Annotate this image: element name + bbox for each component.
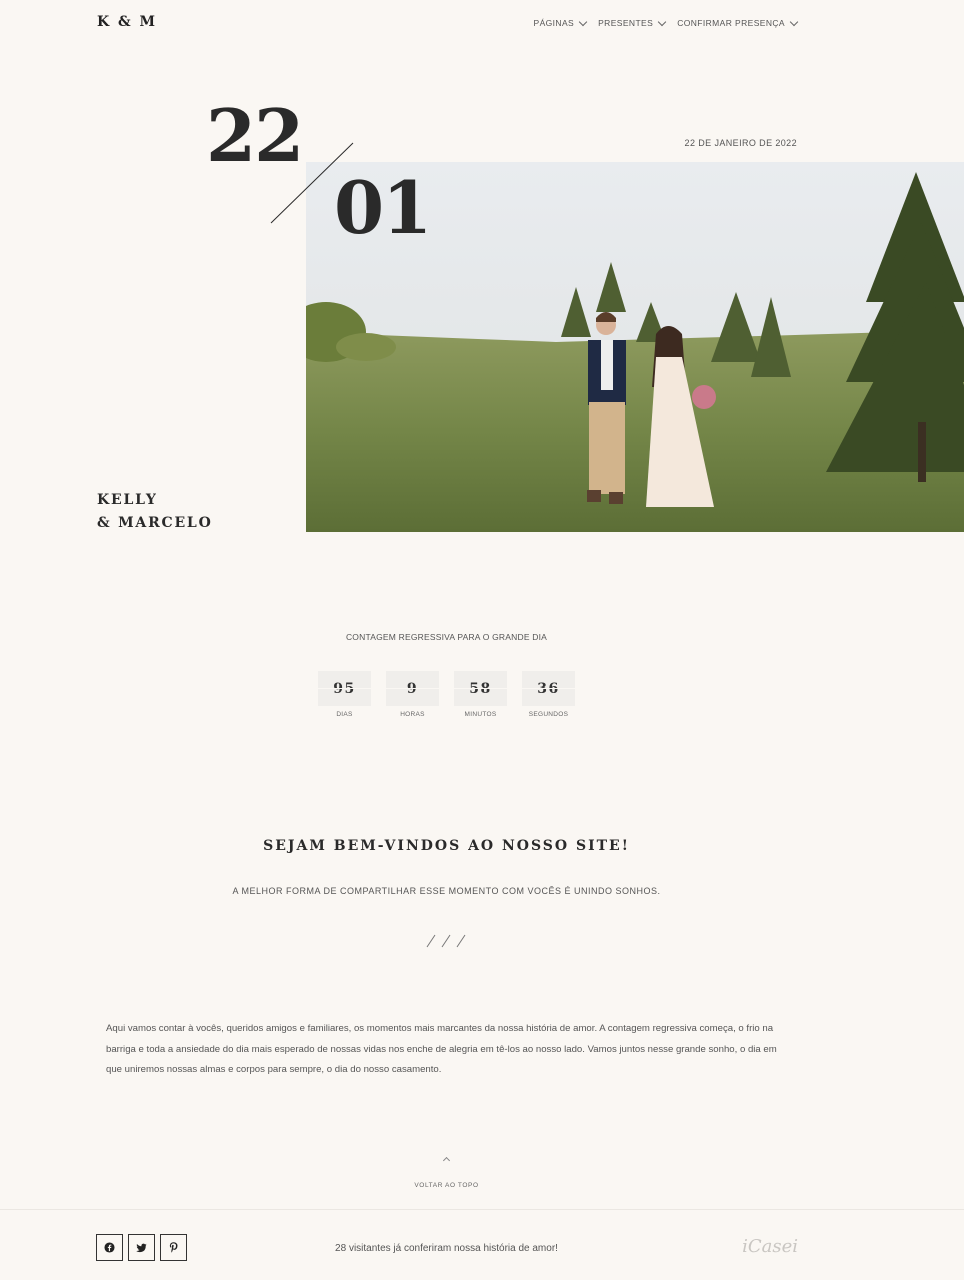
nav-item-presentes[interactable]: PRESENTES bbox=[598, 17, 667, 28]
site-logo[interactable]: K & M bbox=[97, 14, 157, 30]
nav-item-label: PÁGINAS bbox=[533, 18, 575, 28]
footer-divider bbox=[0, 1209, 964, 1210]
chevron-down-icon bbox=[578, 17, 588, 26]
icasei-logo[interactable]: iCasei bbox=[742, 1236, 798, 1257]
nav-item-paginas[interactable]: PÁGINAS bbox=[533, 17, 588, 28]
welcome-title: SEJAM BEM-VINDOS AO NOSSO SITE! bbox=[263, 838, 630, 854]
slashes-divider-icon bbox=[426, 934, 466, 948]
countdown-minutes: 58 MINUTOS bbox=[454, 671, 507, 718]
countdown-label: MINUTOS bbox=[464, 711, 497, 718]
countdown-seconds: 36 SEGUNDOS bbox=[522, 671, 575, 718]
countdown-value: 58 bbox=[454, 671, 507, 706]
nav-item-confirmar-presenca[interactable]: CONFIRMAR PRESENÇA bbox=[677, 17, 799, 28]
chevron-down-icon bbox=[657, 17, 667, 26]
name-line-2: & MARCELO bbox=[97, 515, 213, 531]
welcome-subtitle: A MELHOR FORMA DE COMPARTILHAR ESSE MOME… bbox=[232, 886, 661, 896]
main-nav: PÁGINAS PRESENTES CONFIRMAR PRESENÇA bbox=[533, 17, 799, 28]
nav-item-label: CONFIRMAR PRESENÇA bbox=[677, 18, 785, 28]
chevron-up-icon bbox=[442, 1156, 451, 1165]
back-to-top-link[interactable]: VOLTAR AO TOPO bbox=[0, 1150, 893, 1189]
nav-item-label: PRESENTES bbox=[598, 18, 654, 28]
countdown-value: 95 bbox=[318, 671, 371, 706]
countdown-label: DIAS bbox=[336, 711, 353, 718]
countdown-hours: 9 HORAS bbox=[386, 671, 439, 718]
chevron-down-icon bbox=[789, 17, 799, 26]
wedding-date: 22 DE JANEIRO DE 2022 bbox=[684, 138, 797, 148]
date-slash-divider bbox=[270, 142, 354, 224]
countdown-days: 95 DIAS bbox=[318, 671, 371, 718]
countdown-title: CONTAGEM REGRESSIVA PARA O GRANDE DIA bbox=[345, 632, 548, 642]
countdown-label: SEGUNDOS bbox=[528, 711, 569, 718]
couple-names: KELLY & MARCELO bbox=[97, 489, 213, 535]
back-to-top-label: VOLTAR AO TOPO bbox=[414, 1182, 479, 1189]
countdown-value: 9 bbox=[386, 671, 439, 706]
story-paragraph: Aqui vamos contar à vocês, queridos amig… bbox=[106, 1023, 777, 1075]
name-line-1: KELLY bbox=[97, 492, 158, 508]
countdown: 95 DIAS 9 HORAS 58 MINUTOS 36 SEGUNDOS bbox=[318, 671, 575, 718]
countdown-value: 36 bbox=[522, 671, 575, 706]
countdown-label: HORAS bbox=[400, 711, 425, 718]
